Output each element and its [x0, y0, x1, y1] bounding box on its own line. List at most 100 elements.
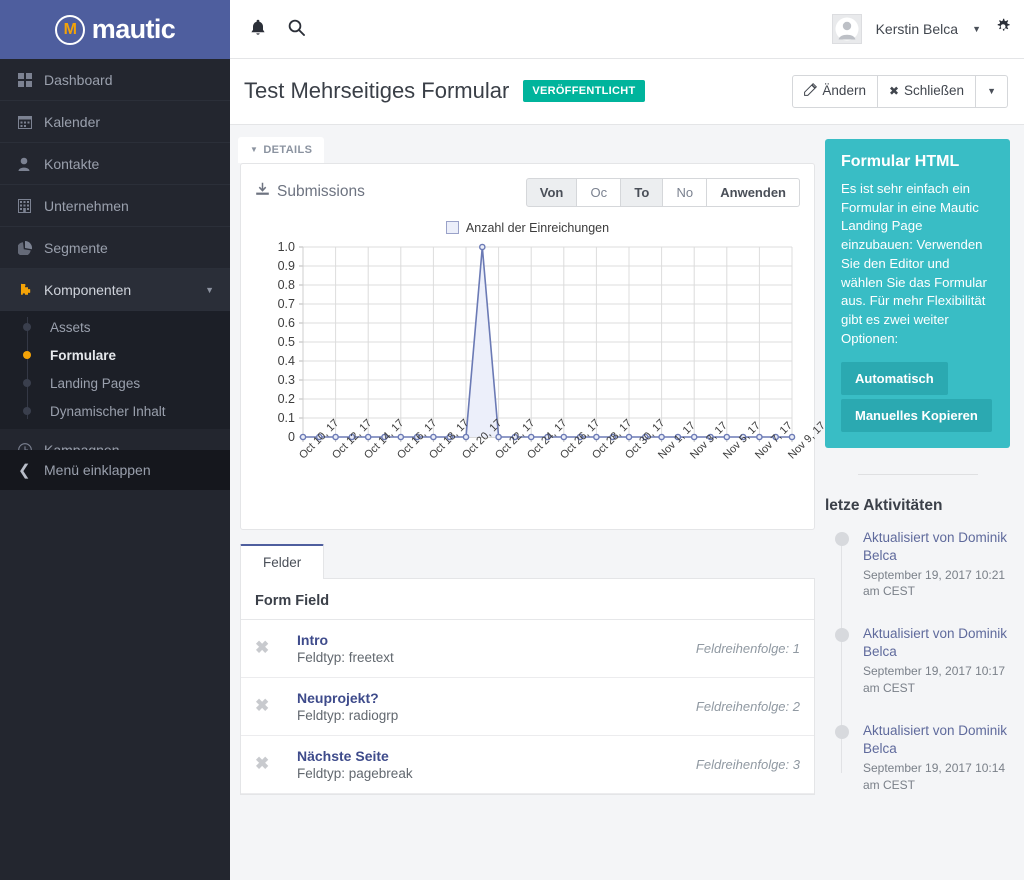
sidebar-filler [0, 489, 230, 880]
list-item: Aktualisiert von Dominik Belca September … [835, 625, 1010, 697]
content-right-column: Formular HTML Es ist sehr einfach ein Fo… [825, 124, 1024, 880]
field-name-link[interactable]: Nächste Seite [297, 748, 696, 764]
avatar[interactable] [831, 14, 862, 44]
close-icon[interactable]: ✖ [255, 754, 297, 774]
tab-felder[interactable]: Felder [240, 543, 325, 579]
field-type-label: Feldtyp: pagebreak [297, 765, 413, 781]
field-info: Nächste Seite Feldtyp: pagebreak [297, 748, 696, 781]
list-item: Aktualisiert von Dominik Belca September … [835, 529, 1010, 601]
sidebar-submenu-komponenten: Assets Formulare Landing Pages Dynamisch… [0, 311, 230, 429]
details-tab-row: ▼ DETAILS [230, 125, 825, 163]
legend-swatch[interactable] [445, 221, 459, 235]
sidebar-item-kalender[interactable]: Kalender [0, 101, 230, 143]
svg-text:0.1: 0.1 [278, 411, 295, 425]
sidebar-item-label: Kalender [44, 113, 101, 130]
chart-x-axis-labels: Oct 10, 17 Oct 12, 17 Oct 14, 17 Oct 16, 17… [255, 417, 828, 519]
sidebar-subitem-label: Assets [50, 319, 91, 335]
activity-timestamp: September 19, 2017 10:14 am CEST [863, 761, 1006, 792]
svg-text:0.7: 0.7 [278, 297, 295, 311]
sidebar-item-kontakte[interactable]: Kontakte [0, 143, 230, 185]
topbar: Kerstin Belca ▼ [230, 0, 1024, 59]
chart-title-group: Submissions [255, 182, 365, 202]
manuelles-kopieren-button[interactable]: Manuelles Kopieren [841, 398, 992, 432]
brand-name: mautic [91, 14, 176, 44]
page-header: Test Mehrseitiges Formular VERÖFFENTLICH… [230, 59, 1024, 125]
activity-text[interactable]: Aktualisiert von Dominik Belca [863, 722, 1010, 758]
date-range-controls: Von Oc To No Anwenden [525, 177, 800, 207]
table-row: ✖ Nächste Seite Feldtyp: pagebreak Feldreih… [241, 736, 814, 794]
list-item: Aktualisiert von Dominik Belca September … [835, 722, 1010, 794]
timeline-dot-icon [835, 724, 849, 739]
activity-heading: letze Aktivitäten [825, 496, 943, 514]
sidebar-item-segmente[interactable]: Segmente [0, 227, 230, 269]
field-name-link[interactable]: Intro [297, 632, 696, 648]
table-row: ✖ Intro Feldtyp: freetext Feldreihenfolge: … [241, 620, 814, 678]
field-order-label: Feldreihenfolge: 2 [695, 698, 800, 714]
bullet-icon [23, 379, 31, 387]
automatisch-button[interactable]: Automatisch [841, 361, 948, 395]
sidebar-item-dynamischer-inhalt[interactable]: Dynamischer Inhalt [0, 397, 230, 425]
brand-logo[interactable]: M mautic [0, 0, 230, 59]
sidebar-item-label: Kontakte [44, 155, 100, 172]
date-to-input[interactable]: No [663, 177, 708, 207]
svg-text:0.9: 0.9 [278, 259, 295, 273]
sidebar-item-unternehmen[interactable]: Unternehmen [0, 185, 230, 227]
field-name-link[interactable]: Neuprojekt? [297, 690, 696, 706]
close-icon[interactable]: ✖ [255, 638, 297, 658]
logo-letter: M [63, 20, 77, 38]
sidebar-item-kampagnen[interactable]: Kampagnen [0, 429, 230, 450]
sidebar-subitem-label: Dynamischer Inhalt [50, 403, 166, 419]
bullet-icon [23, 351, 31, 359]
date-to-label: To [621, 177, 664, 207]
sidebar-collapse-label: Menü einklappen [44, 461, 151, 478]
svg-text:0.2: 0.2 [278, 392, 295, 406]
sidebar-item-assets[interactable]: Assets [0, 313, 230, 341]
divider [857, 473, 978, 475]
timeline-dot-icon [835, 531, 849, 546]
sidebar-item-label: Kampagnen [44, 441, 120, 450]
details-collapse-tab[interactable]: ▼ DETAILS [238, 136, 325, 163]
close-icon[interactable]: ✖ [255, 696, 297, 716]
user-icon [18, 157, 44, 171]
sidebar-collapse-toggle[interactable]: ❮ Menü einklappen [0, 449, 230, 490]
chevron-down-icon: ▼ [250, 145, 259, 155]
topbar-right-actions: Kerstin Belca ▼ [831, 14, 1012, 44]
calendar-icon [18, 115, 44, 129]
chart-legend: Anzahl der Einreichungen [255, 221, 800, 235]
more-actions-button[interactable]: ▼ [976, 75, 1008, 108]
chart-title: Submissions [277, 183, 365, 201]
gear-icon[interactable] [995, 18, 1012, 40]
apply-button[interactable]: Anwenden [707, 177, 800, 207]
app-root: M mautic Dashboard Kalender Kontakte Unt… [0, 0, 1024, 880]
close-button[interactable]: ✖ Schließen [877, 75, 977, 108]
edit-button[interactable]: Ändern [792, 75, 878, 108]
svg-text:0.5: 0.5 [278, 335, 295, 349]
bell-icon[interactable] [250, 19, 266, 40]
chevron-down-icon[interactable]: ▼ [972, 24, 981, 34]
field-info: Neuprojekt? Feldtyp: radiogrp [297, 690, 696, 723]
sidebar-item-formulare[interactable]: Formulare [0, 341, 230, 369]
clock-icon [18, 442, 44, 450]
edit-button-label: Ändern [822, 83, 866, 98]
date-from-input[interactable]: Oc [577, 177, 622, 207]
field-order-label: Feldreihenfolge: 3 [695, 756, 800, 772]
search-icon[interactable] [288, 19, 305, 39]
date-from-label: Von [525, 177, 578, 207]
info-card-text: Es ist sehr einfach ein Formular in eine… [841, 180, 987, 346]
svg-text:0.8: 0.8 [278, 278, 295, 292]
fields-panel: Form Field ✖ Intro Feldtyp: freetext Feldre… [240, 578, 815, 795]
download-icon [255, 182, 270, 202]
svg-text:0.3: 0.3 [278, 373, 295, 387]
svg-text:1.0: 1.0 [278, 240, 295, 254]
sidebar-item-landing-pages[interactable]: Landing Pages [0, 369, 230, 397]
fields-tabs: Felder [240, 543, 815, 579]
bullet-icon [23, 407, 31, 415]
user-name[interactable]: Kerstin Belca [876, 21, 958, 37]
status-badge: VERÖFFENTLICHT [523, 80, 645, 103]
timeline-dot-icon [835, 628, 849, 643]
sidebar-item-komponenten[interactable]: Komponenten ▼ [0, 269, 230, 311]
activity-text[interactable]: Aktualisiert von Dominik Belca [863, 625, 1010, 661]
activity-text[interactable]: Aktualisiert von Dominik Belca [863, 529, 1010, 565]
field-order-label: Feldreihenfolge: 1 [695, 640, 800, 656]
sidebar-item-dashboard[interactable]: Dashboard [0, 59, 230, 101]
